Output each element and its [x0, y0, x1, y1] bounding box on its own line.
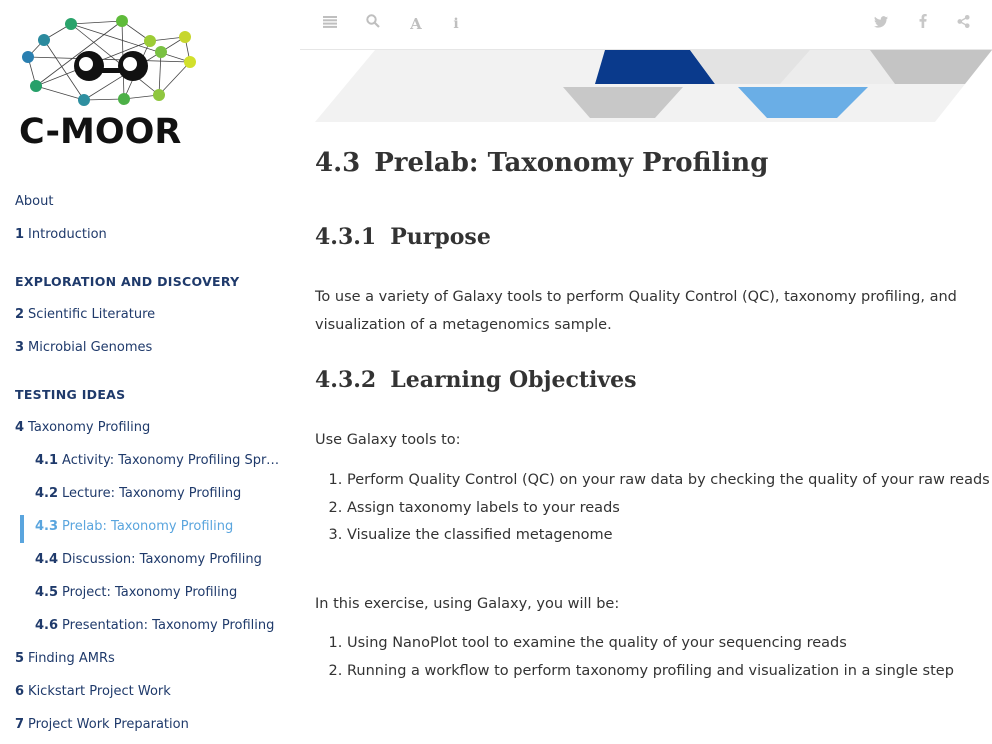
nav-num: 4.2: [35, 486, 59, 501]
list-item: Assign taxonomy labels to your reads: [347, 495, 992, 523]
header-banner: [315, 50, 992, 122]
nav-item-introduction[interactable]: 1 Introduction: [0, 223, 300, 256]
nav-part-exploration: EXPLORATION AND DISCOVERY: [15, 274, 240, 289]
section-number: 4.3.2: [315, 367, 377, 393]
menu-icon[interactable]: [320, 14, 340, 34]
info-icon[interactable]: i: [446, 14, 466, 34]
nav-num: 6: [15, 684, 25, 699]
nav-item-4-4[interactable]: 4.4 Discussion: Taxonomy Profiling: [0, 548, 300, 581]
nav-num: 4: [15, 420, 25, 435]
facebook-icon[interactable]: [913, 14, 933, 34]
objectives-list: Perform Quality Control (QC) on your raw…: [315, 467, 992, 550]
nav-num: 4.5: [35, 585, 59, 600]
section-title: Purpose: [390, 224, 491, 250]
purpose-paragraph: To use a variety of Galaxy tools to perf…: [315, 289, 957, 333]
table-of-contents: About 1 Introduction EXPLORATION AND DISC…: [0, 190, 300, 744]
nav-item-4-1[interactable]: 4.1Activity: Taxonomy Profiling Spreadsh…: [0, 449, 300, 482]
top-toolbar: A i: [300, 0, 992, 50]
share-icon[interactable]: [953, 14, 973, 34]
nav-num: 5: [15, 651, 25, 666]
search-icon[interactable]: [363, 14, 383, 34]
list-item: Using NanoPlot tool to examine the quali…: [347, 630, 992, 658]
font-icon[interactable]: A: [406, 14, 426, 34]
nav-label: Introduction: [28, 227, 107, 242]
objectives-intro: Use Galaxy tools to:: [315, 432, 461, 448]
nav-num: 4.3: [35, 519, 59, 534]
nav-item-4-2[interactable]: 4.2 Lecture: Taxonomy Profiling: [0, 482, 300, 515]
exercise-intro: In this exercise, using Galaxy, you will…: [315, 596, 620, 612]
nav-label: Kickstart Project Work: [28, 684, 171, 699]
exercise-list: Using NanoPlot tool to examine the quali…: [315, 630, 992, 685]
section-purpose-heading: 4.3.1 Purpose: [315, 224, 491, 250]
sidebar: C-MOOR About 1 Introduction EXPLORATION A…: [0, 0, 300, 744]
nav-item-microbial-genomes[interactable]: 3 Microbial Genomes: [0, 336, 300, 369]
nav-num: 4.1: [35, 453, 59, 468]
nav-part-testing-ideas: TESTING IDEAS: [15, 387, 126, 402]
nav-label: Presentation: Taxonomy Profiling: [62, 618, 275, 633]
nav-label: Activity: Taxonomy Profiling Spreadsheet: [62, 453, 300, 468]
nav-label: Finding AMRs: [28, 651, 115, 666]
logo-text: C-MOOR: [19, 112, 181, 152]
nav-item-taxonomy-profiling[interactable]: 4 Taxonomy Profiling: [0, 416, 300, 449]
nav-item-project-prep[interactable]: 7 Project Work Preparation: [0, 713, 300, 744]
nav-label: Prelab: Taxonomy Profiling: [62, 519, 234, 534]
nav-label: Lecture: Taxonomy Profiling: [62, 486, 242, 501]
nav-item-4-6[interactable]: 4.6 Presentation: Taxonomy Profiling: [0, 614, 300, 647]
section-number: 4.3.1: [315, 224, 377, 250]
section-title: Learning Objectives: [390, 367, 637, 393]
nav-item-finding-amrs[interactable]: 5 Finding AMRs: [0, 647, 300, 680]
nav-item-4-5[interactable]: 4.5 Project: Taxonomy Profiling: [0, 581, 300, 614]
section-objectives-heading: 4.3.2 Learning Objectives: [315, 367, 637, 393]
nav-num: 2: [15, 307, 25, 322]
c-moor-logo[interactable]: C-MOOR: [18, 12, 204, 152]
nav-item-4-3-active[interactable]: 4.3 Prelab: Taxonomy Profiling: [0, 515, 300, 548]
nav-num: 1: [15, 227, 25, 242]
nav-num: 4.6: [35, 618, 59, 633]
nav-label: Project Work Preparation: [28, 717, 189, 732]
list-item: Running a workflow to perform taxonomy p…: [347, 658, 992, 686]
nav-label: Scientific Literature: [28, 307, 156, 322]
nav-label: Taxonomy Profiling: [28, 420, 151, 435]
nav-label: Discussion: Taxonomy Profiling: [62, 552, 262, 567]
page-title: 4.3 Prelab: Taxonomy Profiling: [315, 148, 768, 178]
list-item: Visualize the classified metagenome: [347, 522, 992, 550]
list-item: Perform Quality Control (QC) on your raw…: [347, 467, 992, 495]
nav-item-kickstart-project[interactable]: 6 Kickstart Project Work: [0, 680, 300, 713]
nav-item-scientific-literature[interactable]: 2 Scientific Literature: [0, 303, 300, 336]
nav-label: Project: Taxonomy Profiling: [62, 585, 238, 600]
nav-item-about[interactable]: About: [0, 190, 300, 223]
nav-label: Microbial Genomes: [28, 340, 153, 355]
title-number: 4.3: [315, 148, 361, 178]
nav-num: 4.4: [35, 552, 59, 567]
nav-num: 3: [15, 340, 25, 355]
title-text: Prelab: Taxonomy Profiling: [374, 148, 769, 178]
nav-num: 7: [15, 717, 25, 732]
twitter-icon[interactable]: [871, 14, 891, 34]
